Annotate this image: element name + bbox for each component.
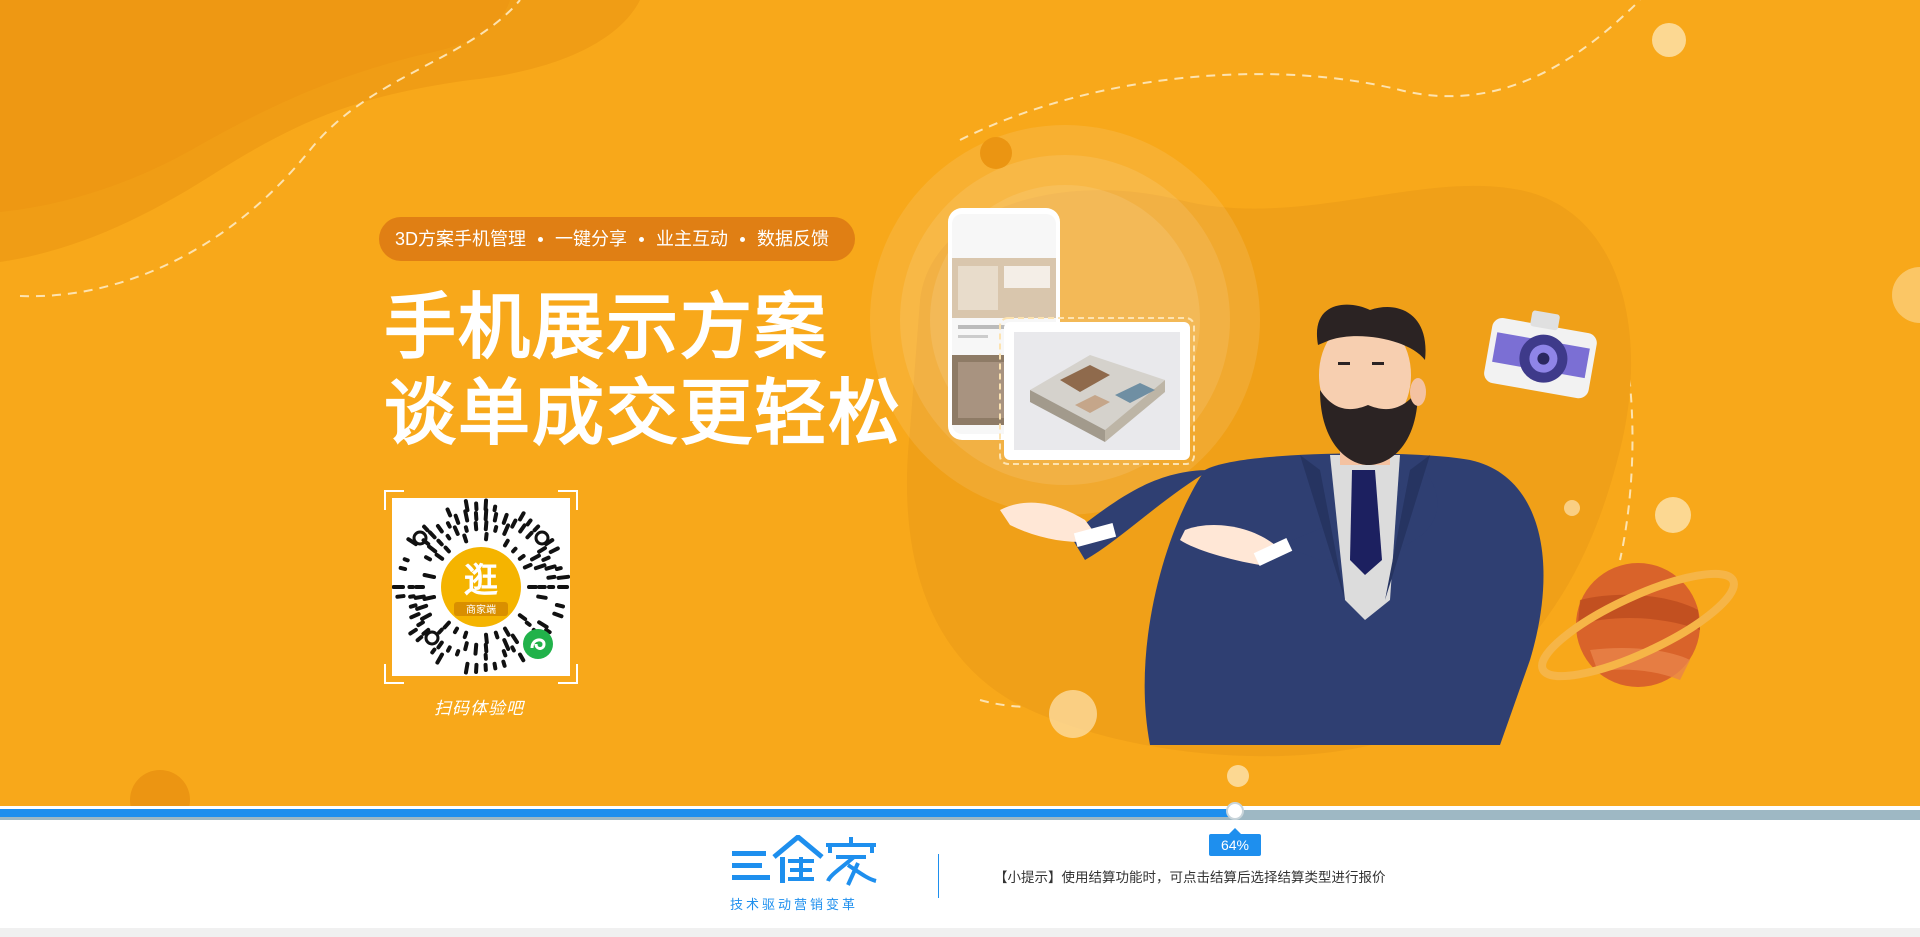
logo-mark <box>732 833 877 886</box>
logo-tagline: 技术驱动营销变革 <box>730 897 859 912</box>
progress-percent-badge: 64% <box>1209 828 1261 856</box>
banner-background-art <box>0 0 1920 806</box>
qr-code-pattern: 逛 商家端 <box>391 498 571 675</box>
progress-knob[interactable] <box>1226 802 1244 820</box>
feature-1: 3D方案手机管理 <box>395 229 527 249</box>
qr-code: 逛 商家端 <box>391 498 571 676</box>
hero-banner: 3D方案手机管理 一键分享 业主互动 数据反馈 手机展示方案 谈单成交更轻松 逛… <box>0 0 1920 806</box>
bottom-strip <box>0 928 1920 937</box>
svg-text:商家端: 商家端 <box>466 603 496 616</box>
headline: 手机展示方案 谈单成交更轻松 <box>384 284 902 456</box>
tip-text: 【小提示】使用结算功能时，可点击结算后选择结算类型进行报价 <box>994 870 1386 885</box>
qr-caption: 扫码体验吧 <box>434 699 524 718</box>
headline-line-2: 谈单成交更轻松 <box>384 371 903 455</box>
feature-4: 数据反馈 <box>757 229 830 249</box>
feature-3: 业主互动 <box>656 229 729 249</box>
svg-text:逛: 逛 <box>464 561 498 601</box>
feature-2: 一键分享 <box>555 229 628 249</box>
sanweijia-logo[interactable] <box>730 833 880 896</box>
qr-code-frame: 逛 商家端 <box>384 490 578 684</box>
feature-pill: 3D方案手机管理 一键分享 业主互动 数据反馈 <box>379 217 856 261</box>
floorplan-card <box>999 317 1195 465</box>
progress-bar[interactable] <box>0 802 1920 820</box>
footer-bar <box>0 820 1920 928</box>
headline-line-1: 手机展示方案 <box>384 285 829 369</box>
bullet-dot <box>538 236 544 242</box>
bullet-dot <box>639 236 645 242</box>
progress-fill <box>0 809 1235 817</box>
bullet-dot <box>740 236 746 242</box>
footer-divider <box>938 854 939 898</box>
